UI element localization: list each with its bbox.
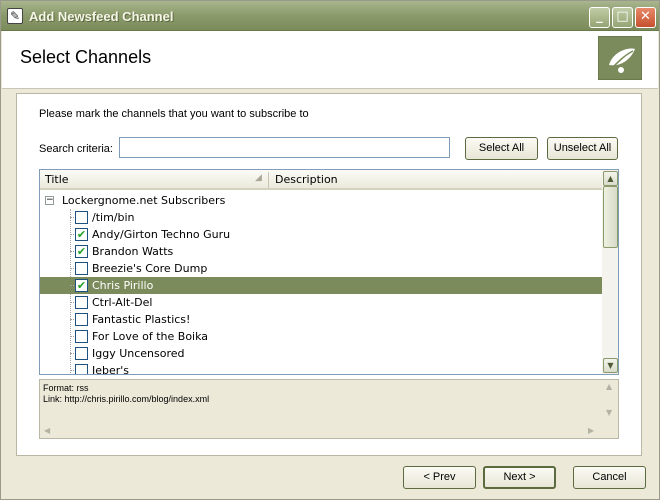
channel-list[interactable]: Title ◢ Description − Lockergnome.net Sub… [39, 169, 619, 375]
checkbox[interactable] [75, 347, 88, 360]
wizard-header: Select Channels [2, 31, 658, 89]
details-scroll-down-icon[interactable]: ▼ [606, 408, 612, 417]
checkbox[interactable] [75, 211, 88, 224]
checkbox[interactable] [75, 296, 88, 309]
channel-title: Fantastic Plastics! [92, 313, 191, 326]
checkbox[interactable] [75, 330, 88, 343]
channel-title: Breezie's Core Dump [92, 262, 208, 275]
collapse-icon[interactable]: − [45, 196, 54, 205]
column-divider[interactable] [268, 172, 269, 188]
details-format: Format: rss [43, 383, 89, 393]
close-button[interactable]: ✕ [635, 7, 656, 28]
title-bar[interactable]: ✎ Add Newsfeed Channel _ □ ✕ [1, 1, 659, 31]
app-icon: ✎ [7, 8, 23, 24]
list-item[interactable]: /tim/bin [40, 209, 602, 226]
checkbox[interactable] [75, 313, 88, 326]
search-label: Search criteria: [39, 143, 113, 155]
checkbox[interactable]: ✔ [75, 228, 88, 241]
details-box: Format: rss Link: http://chris.pirillo.c… [39, 379, 619, 439]
maximize-button[interactable]: □ [612, 7, 633, 28]
list-item[interactable]: ✔ Chris Pirillo [40, 277, 602, 294]
details-vertical-scrollbar[interactable]: ▲ ▼ [602, 380, 618, 424]
scroll-up-icon[interactable]: ▲ [603, 171, 618, 186]
unselect-all-button[interactable]: Unselect All [547, 137, 618, 160]
scroll-thumb[interactable] [603, 186, 618, 248]
window-title: Add Newsfeed Channel [29, 9, 174, 24]
channel-title: Ctrl-Alt-Del [92, 296, 153, 309]
list-item[interactable]: Ctrl-Alt-Del [40, 294, 602, 311]
details-scroll-right-icon[interactable]: ▶ [588, 426, 594, 435]
list-header: Title ◢ Description [40, 170, 602, 190]
list-scrollbar[interactable]: ▲ ▼ [602, 170, 618, 374]
channel-title: /tim/bin [92, 211, 135, 224]
channel-title: Andy/Girton Techno Guru [92, 228, 231, 241]
scroll-down-icon[interactable]: ▼ [603, 358, 618, 373]
minimize-button[interactable]: _ [589, 7, 610, 28]
group-label: Lockergnome.net Subscribers [62, 194, 226, 207]
details-horizontal-scrollbar[interactable]: ◀ ▶ [40, 424, 602, 438]
channel-title: Brandon Watts [92, 245, 174, 258]
list-item[interactable]: ✔ Andy/Girton Techno Guru [40, 226, 602, 243]
list-item[interactable]: ✔ Brandon Watts [40, 243, 602, 260]
next-button[interactable]: Next > [483, 466, 556, 489]
column-header-description[interactable]: Description [275, 173, 338, 186]
checkbox[interactable] [75, 262, 88, 275]
details-scroll-left-icon[interactable]: ◀ [44, 426, 50, 435]
list-item[interactable]: Breezie's Core Dump [40, 260, 602, 277]
details-link: Link: http://chris.pirillo.com/blog/inde… [43, 394, 210, 404]
search-input[interactable] [119, 137, 450, 158]
dialog-window: ✎ Add Newsfeed Channel _ □ ✕ Select Chan… [0, 0, 660, 500]
list-item[interactable]: Iggy Uncensored [40, 345, 602, 362]
list-item[interactable]: Jeber's [40, 362, 602, 375]
list-item[interactable]: For Love of the Boika [40, 328, 602, 345]
details-text: Format: rss Link: http://chris.pirillo.c… [43, 383, 209, 405]
checkbox[interactable] [75, 364, 88, 374]
channel-title: Jeber's [92, 364, 130, 375]
channel-title: For Love of the Boika [92, 330, 209, 343]
column-header-title[interactable]: Title [45, 173, 69, 186]
leaf-logo-icon [598, 36, 642, 80]
details-scroll-up-icon[interactable]: ▲ [606, 382, 612, 391]
checkbox[interactable]: ✔ [75, 245, 88, 258]
sort-arrow-icon: ◢ [255, 173, 262, 183]
channel-title: Chris Pirillo [92, 279, 154, 292]
cancel-button[interactable]: Cancel [573, 466, 646, 489]
page-title: Select Channels [20, 47, 152, 67]
instruction-text: Please mark the channels that you want t… [39, 108, 309, 120]
select-all-button[interactable]: Select All [465, 137, 538, 160]
checkbox[interactable]: ✔ [75, 279, 88, 292]
list-item[interactable]: Fantastic Plastics! [40, 311, 602, 328]
channel-title: Iggy Uncensored [92, 347, 185, 360]
group-row[interactable]: − Lockergnome.net Subscribers [40, 192, 602, 209]
content-panel: Please mark the channels that you want t… [16, 93, 642, 456]
prev-button[interactable]: < Prev [403, 466, 476, 489]
